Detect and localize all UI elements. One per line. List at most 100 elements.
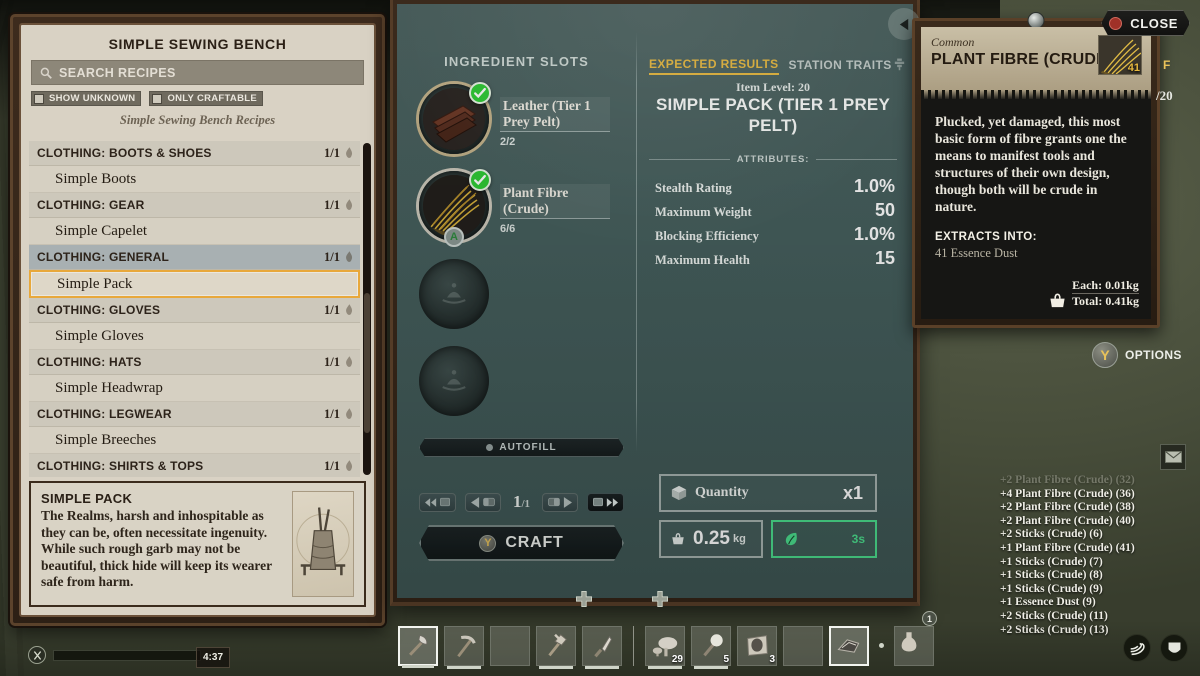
filter-show-unknown[interactable]: SHOW UNKNOWN xyxy=(31,91,142,106)
weight-total: Total: 0.41kg xyxy=(1072,294,1139,308)
recipe-list[interactable]: CLOTHING: BOOTS & SHOES 1/1 Simple Boots… xyxy=(29,141,360,477)
hotbar-slot-pelt[interactable]: 3 xyxy=(737,626,777,666)
tab-expected-results[interactable]: EXPECTED RESULTS xyxy=(649,57,779,75)
autofill-dot-icon xyxy=(486,444,493,451)
quantity-panel[interactable]: Quantity x1 xyxy=(659,474,877,512)
ingredient-slot-1[interactable] xyxy=(419,82,491,154)
results-tabs[interactable]: EXPECTED RESULTS STATION TRAITS xyxy=(649,57,904,75)
filter-only-craftable[interactable]: ONLY CRAFTABLE xyxy=(149,91,263,106)
flint-icon xyxy=(835,632,863,660)
scrollbar-thumb[interactable] xyxy=(364,293,370,433)
pelt-icon xyxy=(742,631,772,661)
hotbar-slot-flint[interactable] xyxy=(829,626,869,666)
chevron-left-icon xyxy=(899,18,908,30)
hotbar-slot-club[interactable] xyxy=(536,626,576,669)
hotbar-slot-pickaxe[interactable] xyxy=(444,626,484,669)
flask-icon xyxy=(895,632,923,659)
ingredient-slot-4[interactable] xyxy=(419,346,489,416)
hotbar-add-icon-1[interactable] xyxy=(576,591,592,612)
recipe-item-simple-gloves[interactable]: Simple Gloves xyxy=(29,323,360,350)
ingredient-2-count: 6/6 xyxy=(500,223,516,235)
hotbar-add-icon-2[interactable] xyxy=(652,591,668,612)
ingredient-slot-row-1[interactable]: Leather (Tier 1 Prey Pelt) 2/2 xyxy=(419,82,610,154)
ingredient-slot-row-3[interactable] xyxy=(419,259,489,329)
hotbar-slot-empty-2[interactable] xyxy=(783,626,823,666)
mail-icon[interactable] xyxy=(1160,444,1186,470)
recipe-item-label: Simple Capelet xyxy=(55,222,148,239)
slot-filled-check-icon xyxy=(469,82,491,104)
craft-time-value: 3s xyxy=(851,532,865,546)
ingredient-slot-3[interactable] xyxy=(419,259,489,329)
search-input[interactable]: SEARCH RECIPES xyxy=(31,60,364,85)
recipe-category-gloves[interactable]: CLOTHING: GLOVES 1/1 xyxy=(29,298,360,323)
ingredient-1-name: Leather (Tier 1 Prey Pelt) xyxy=(500,97,610,132)
recipe-item-simple-breeches[interactable]: Simple Breeches xyxy=(29,427,360,454)
hotbar-slot-torch[interactable]: 5 xyxy=(691,626,731,669)
quantity-decrement-button[interactable] xyxy=(465,492,502,512)
craft-button[interactable]: Y CRAFT xyxy=(419,525,624,561)
recipe-category-hats[interactable]: CLOTHING: HATS 1/1 xyxy=(29,350,360,375)
hotbar-slot-empty-1[interactable] xyxy=(490,626,530,666)
shield-icon[interactable] xyxy=(1160,634,1188,662)
quantity-max-button[interactable] xyxy=(587,492,624,512)
item-stack-count: 41 xyxy=(1127,62,1140,74)
recipe-category-gear[interactable]: CLOTHING: GEAR 1/1 xyxy=(29,193,360,218)
options-button[interactable]: Y OPTIONS xyxy=(1092,342,1182,368)
recipe-category-legwear[interactable]: CLOTHING: LEGWEAR 1/1 xyxy=(29,402,360,427)
craft-time-panel: 3s xyxy=(771,520,877,558)
attribute-row: Maximum Health 15 xyxy=(655,248,895,272)
recipe-item-simple-headwrap[interactable]: Simple Headwrap xyxy=(29,375,360,402)
ingredient-1-count: 2/2 xyxy=(500,136,516,148)
checkbox-icon xyxy=(34,93,44,104)
item-level: Item Level: 20 xyxy=(736,80,810,94)
category-label: CLOTHING: HATS xyxy=(37,355,142,369)
stamina-track xyxy=(53,649,201,661)
torch-icon xyxy=(696,631,726,661)
hotbar[interactable]: 29 5 3 1 xyxy=(398,591,937,669)
help-icon[interactable] xyxy=(894,57,905,76)
weight-icon xyxy=(672,533,684,545)
leaf-icon xyxy=(346,355,353,367)
log-line: +2 Plant Fibre (Crude) (38) xyxy=(1000,501,1135,514)
recipe-category-shirts-tops[interactable]: CLOTHING: SHIRTS & TOPS 1/1 xyxy=(29,454,360,477)
quantity-stepper[interactable]: 1/1 xyxy=(419,491,624,513)
attribute-row: Maximum Weight 50 xyxy=(655,200,895,224)
recipe-category-boots-shoes[interactable]: CLOTHING: BOOTS & SHOES 1/1 xyxy=(29,141,360,166)
category-count: 1/1 xyxy=(324,145,340,160)
recipe-item-simple-capelet[interactable]: Simple Capelet xyxy=(29,218,360,245)
durability-bar xyxy=(402,665,434,668)
tab-station-traits[interactable]: STATION TRAITS xyxy=(789,58,892,74)
hotbar-slot-mushroom[interactable]: 29 xyxy=(645,626,685,669)
weight-value: 0.25 xyxy=(693,528,730,549)
recipe-item-label: Simple Boots xyxy=(55,170,137,187)
ingredient-slot-row-2[interactable]: A Plant Fibre (Crude) 6/6 xyxy=(419,169,610,247)
weight-unit: kg xyxy=(732,533,746,545)
ingredient-2-meta: Plant Fibre (Crude) 6/6 xyxy=(500,171,610,235)
quantity-max: /1 xyxy=(521,498,531,510)
hotbar-slot-knife[interactable] xyxy=(582,626,622,669)
recipe-list-scrollbar[interactable] xyxy=(363,143,371,475)
slot-keybind-badge[interactable]: A xyxy=(444,227,464,247)
leaf-icon xyxy=(346,198,353,210)
activity-log: +2 Plant Fibre (Crude) (32) +4 Plant Fib… xyxy=(1000,474,1196,637)
mouse-left-icon xyxy=(483,497,496,507)
craft-key-badge: Y xyxy=(479,535,496,552)
durability-bar xyxy=(447,666,481,669)
recipe-panel-inner: SIMPLE SEWING BENCH SEARCH RECIPES SHOW … xyxy=(19,23,376,617)
consumable-slot[interactable]: 1 xyxy=(894,611,937,666)
recipe-item-simple-boots[interactable]: Simple Boots xyxy=(29,166,360,193)
envelope-icon xyxy=(1164,451,1182,463)
timer-value: 4:37 xyxy=(202,652,223,663)
wind-icon[interactable] xyxy=(1123,634,1151,662)
quantity-panel-value: x1 xyxy=(842,482,863,503)
ingredient-slot-2[interactable]: A xyxy=(419,169,491,247)
quantity-min-button[interactable] xyxy=(419,492,456,512)
recipe-category-general[interactable]: CLOTHING: GENERAL 1/1 xyxy=(29,245,360,270)
recipe-item-simple-pack[interactable]: Simple Pack xyxy=(29,270,360,298)
quantity-increment-button[interactable] xyxy=(541,492,578,512)
ingredient-slot-row-4[interactable] xyxy=(419,346,489,416)
autofill-button[interactable]: AUTOFILL xyxy=(419,438,624,457)
hotbar-slot-stone-axe[interactable] xyxy=(398,626,438,668)
close-button[interactable]: CLOSE xyxy=(1101,10,1190,36)
log-line: +2 Sticks (Crude) (6) xyxy=(1000,528,1103,541)
